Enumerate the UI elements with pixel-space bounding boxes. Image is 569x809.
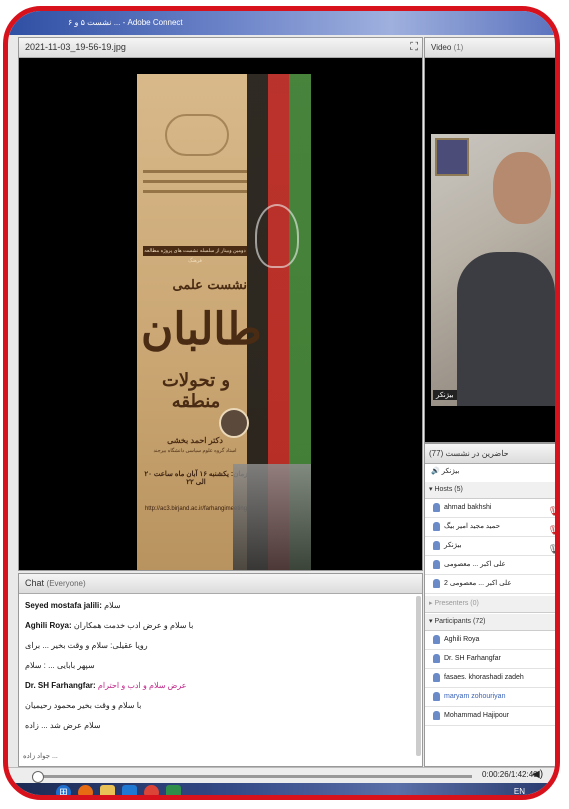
video-pod-header: Video (1) [425,38,555,58]
presenters-group[interactable]: ▸ Presenters (0) [425,596,555,613]
attendees-title: حاضرین در نشست [445,449,509,458]
attendees-scrollbar[interactable] [559,484,560,744]
hosts-group[interactable]: ▾ Hosts (5) [425,482,555,499]
speaker-head [493,152,551,224]
video-pod-title: Video [431,43,452,52]
video-count: (1) [453,43,464,52]
webcam-feed: بیژنکر [431,134,555,406]
participant-row[interactable]: Mohammad Hajipour [425,707,555,726]
app-icon[interactable] [166,785,181,795]
user-icon [433,578,440,588]
attendees-pod: (77) حاضرین در نشست 🔊 بیژنکر ▾ Hosts (5)… [424,443,560,767]
seek-handle[interactable] [32,771,44,783]
poster-series: نشست علمی [172,278,247,293]
expand-icon[interactable]: ⛶ [410,38,418,57]
user-icon [433,559,440,569]
active-speaker: 🔊 بیژنکر [431,468,460,475]
chat-input[interactable]: جواد زاده ... [23,752,418,764]
chat-message: رویا عقیلی: سلام و وقت بخیر ... برای [25,641,148,650]
start-orb-icon[interactable]: ⊞ [56,785,71,795]
chrome-icon[interactable] [144,785,159,795]
user-icon [433,502,440,512]
outlook-icon[interactable] [122,785,137,795]
speaker-icon[interactable]: ◀) [532,769,543,780]
poster-band: دومین وبینار از سلسله نشست های پروژه مطا… [143,246,247,264]
participant-row[interactable]: fasaes. khorashadi zadeh [425,669,555,688]
firefox-icon[interactable] [78,785,93,795]
user-icon [433,521,440,531]
wall-picture [435,138,469,176]
poster-speaker: دکتر احمد بخشی استاد گروه علوم سیاسی دان… [153,436,237,454]
chat-message: سپهر بابایی ... : سلام [25,661,95,670]
file-explorer-icon[interactable] [100,785,115,795]
calligraphy-logo [165,114,229,156]
poster-main-title: طالبان [141,304,262,355]
webcam-name-label: بیژنکر [433,390,457,400]
participant-row[interactable]: Aghili Roya [425,631,555,650]
participant-row[interactable]: Dr. SH Farhangfar [425,650,555,669]
shared-poster-image: دومین وبینار از سلسله نشست های پروژه مطا… [137,74,311,570]
chat-message: Seyed mostafa jalili: سلام [25,601,121,610]
host-row[interactable]: علی اکبر ... معصومی [425,556,555,575]
user-icon [433,691,440,701]
poster-subtitle: و تحولات منطقه [161,370,231,412]
poster-photo-collage [233,464,311,570]
chat-pod: Chat (Everyone) Seyed mostafa jalili: سل… [18,573,423,767]
chat-scope: (Everyone) [46,579,86,588]
chat-message: Dr. SH Farhangfar: عرض سلام و ادب و احتر… [25,681,187,690]
user-icon [433,710,440,720]
host-row[interactable]: علی اکبر ... معصومی 2 [425,575,555,594]
playback-bar: 0:00:26/1:42:40 ◀) [8,767,555,784]
speaker-body [457,252,555,406]
window-titlebar: نشست ۵ و ۶ ... - Adobe Connect [8,11,555,35]
speaker-wave-icon: 🔊 [431,468,440,475]
attendees-count: (77) [429,449,444,458]
tray-language[interactable]: EN [514,787,525,795]
user-icon [433,540,440,550]
video-pod: Video (1) بیژنکر [424,37,555,443]
user-icon [433,634,440,644]
photo-frame: نشست ۵ و ۶ ... - Adobe Connect 2021-11-0… [3,6,560,800]
seek-track[interactable] [32,775,472,778]
user-icon [433,653,440,663]
chat-message: سلام عرض شد ... زاده [25,721,101,730]
chat-title: Chat [25,578,45,588]
chat-message: Aghili Roya: با سلام و عرض ادب خدمت همکا… [25,621,194,630]
speaker-photo [219,408,249,438]
share-file-name: 2021-11-03_19-56-19.jpg [25,42,126,52]
os-taskbar: ⊞ EN [8,783,555,795]
emblem-icon [255,204,299,268]
share-pod: 2021-11-03_19-56-19.jpg ⛶ دومین وبینار ا… [18,37,423,571]
chat-message: با سلام و وقت بخیر محمود رحیمیان [25,701,142,710]
chat-scrollbar[interactable] [416,596,421,756]
participants-group[interactable]: ▾ Participants (72) [425,614,555,631]
participant-row[interactable]: maryam zohouriyan [425,688,555,707]
user-icon [433,672,440,682]
host-row[interactable]: حمید مجید امیر بیگ 🎙 [425,518,555,537]
host-row[interactable]: ahmad bakhshi 🎙 [425,499,555,518]
chat-header: Chat (Everyone) [19,574,422,594]
host-row[interactable]: بیژنکر 🎙 [425,537,555,556]
playback-time: 0:00:26/1:42:40 [482,770,538,779]
attendees-header: (77) حاضرین در نشست [425,444,555,464]
share-pod-header: 2021-11-03_19-56-19.jpg ⛶ [19,38,422,58]
window-title: نشست ۵ و ۶ ... - Adobe Connect [68,18,183,27]
